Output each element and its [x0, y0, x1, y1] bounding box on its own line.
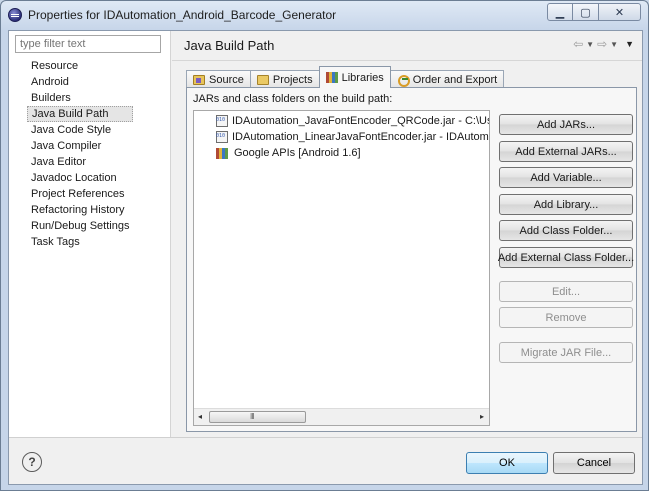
footer-separator: [9, 437, 642, 438]
tree-item-label: Google APIs [Android 1.6]: [234, 147, 361, 159]
properties-dialog: Properties for IDAutomation_Android_Barc…: [0, 0, 649, 491]
minimize-button[interactable]: ▁: [547, 3, 573, 21]
back-history-dropdown-icon[interactable]: ▼: [586, 37, 594, 51]
add-jars-button[interactable]: Add JARs...: [499, 114, 633, 135]
tab-order-and-export[interactable]: Order and Export: [389, 70, 505, 88]
sidebar-item-java-editor[interactable]: Java Editor: [27, 154, 133, 170]
property-pages-panel: Resource Android Builders Java Build Pat…: [9, 31, 171, 437]
build-path-label: JARs and class folders on the build path…: [193, 93, 393, 105]
tree-item-qrcode-jar[interactable]: IDAutomation_JavaFontEncoder_QRCode.jar …: [194, 113, 489, 129]
order-export-icon: [397, 74, 410, 87]
jar-icon: [216, 115, 228, 127]
page-navigation: ⇦ ▼ ⇨ ▼ ▼: [573, 37, 634, 51]
eclipse-app-icon: [8, 8, 22, 22]
build-path-tabs: Source Projects Libraries Order and Expo…: [186, 66, 505, 88]
edit-button[interactable]: Edit...: [499, 281, 633, 302]
tab-label: Projects: [272, 73, 313, 86]
add-external-jars-button[interactable]: Add External JARs...: [499, 141, 633, 162]
add-class-folder-button[interactable]: Add Class Folder...: [499, 220, 633, 241]
sidebar-item-resource[interactable]: Resource: [27, 58, 133, 74]
horizontal-scrollbar[interactable]: ◂ III ▸: [194, 408, 489, 425]
add-external-class-folder-button[interactable]: Add External Class Folder...: [498, 247, 634, 268]
filter-input[interactable]: [15, 35, 161, 53]
remove-button[interactable]: Remove: [499, 307, 633, 328]
title-bar: Properties for IDAutomation_Android_Barc…: [1, 1, 648, 29]
scrollbar-grip-icon: III: [250, 412, 255, 421]
view-menu-icon[interactable]: ▼: [625, 37, 634, 51]
tab-label: Order and Export: [412, 73, 498, 86]
tab-label: Source: [209, 73, 244, 86]
libraries-tab-content: JARs and class folders on the build path…: [186, 87, 637, 432]
jar-icon: [216, 131, 228, 143]
maximize-button[interactable]: ▢: [573, 3, 599, 21]
sidebar-item-run-debug-settings[interactable]: Run/Debug Settings: [27, 218, 133, 234]
tree-item-label: IDAutomation_LinearJavaFontEncoder.jar -…: [232, 131, 489, 143]
sidebar-item-java-code-style[interactable]: Java Code Style: [27, 122, 133, 138]
libraries-tree[interactable]: IDAutomation_JavaFontEncoder_QRCode.jar …: [193, 110, 490, 426]
ok-button[interactable]: OK: [466, 452, 548, 474]
forward-history-dropdown-icon[interactable]: ▼: [610, 37, 618, 51]
cancel-button[interactable]: Cancel: [553, 452, 635, 474]
libraries-icon: [325, 72, 338, 83]
sidebar-item-java-compiler[interactable]: Java Compiler: [27, 138, 133, 154]
window-title: Properties for IDAutomation_Android_Barc…: [28, 8, 337, 22]
tree-item-label: IDAutomation_JavaFontEncoder_QRCode.jar …: [232, 115, 489, 127]
forward-arrow-icon[interactable]: ⇨: [597, 37, 607, 51]
sidebar-item-refactoring-history[interactable]: Refactoring History: [27, 202, 133, 218]
page-title: Java Build Path: [184, 38, 275, 53]
back-arrow-icon[interactable]: ⇦: [573, 37, 583, 51]
scroll-right-icon[interactable]: ▸: [480, 412, 484, 421]
tree-item-google-apis[interactable]: Google APIs [Android 1.6]: [194, 145, 489, 161]
source-folder-icon: [193, 74, 205, 85]
sidebar-item-android[interactable]: Android: [27, 74, 133, 90]
help-icon[interactable]: ?: [22, 452, 42, 472]
sidebar-item-builders[interactable]: Builders: [27, 90, 133, 106]
migrate-jar-button[interactable]: Migrate JAR File...: [499, 342, 633, 363]
tab-libraries[interactable]: Libraries: [318, 66, 391, 88]
close-button[interactable]: ✕: [599, 3, 641, 21]
tree-item-linear-jar[interactable]: IDAutomation_LinearJavaFontEncoder.jar -…: [194, 129, 489, 145]
dialog-client-area: Resource Android Builders Java Build Pat…: [8, 30, 643, 485]
tab-projects[interactable]: Projects: [249, 70, 320, 88]
scroll-left-icon[interactable]: ◂: [198, 412, 202, 421]
library-icon: [216, 147, 230, 159]
window-controls: ▁ ▢ ✕: [547, 3, 641, 21]
sidebar-item-javadoc-location[interactable]: Javadoc Location: [27, 170, 133, 186]
projects-folder-icon: [256, 74, 269, 85]
tab-label: Libraries: [341, 71, 384, 84]
property-page-panel: Java Build Path ⇦ ▼ ⇨ ▼ ▼ Source Project…: [172, 31, 642, 437]
sidebar-item-java-build-path[interactable]: Java Build Path: [27, 106, 134, 122]
sidebar-item-project-references[interactable]: Project References: [27, 186, 133, 202]
tab-source[interactable]: Source: [186, 70, 251, 88]
title-separator: [172, 60, 642, 61]
add-library-button[interactable]: Add Library...: [499, 194, 633, 215]
add-variable-button[interactable]: Add Variable...: [499, 167, 633, 188]
scrollbar-thumb[interactable]: III: [209, 411, 306, 423]
property-pages-list: Resource Android Builders Java Build Pat…: [27, 58, 134, 250]
sidebar-item-task-tags[interactable]: Task Tags: [27, 234, 133, 250]
